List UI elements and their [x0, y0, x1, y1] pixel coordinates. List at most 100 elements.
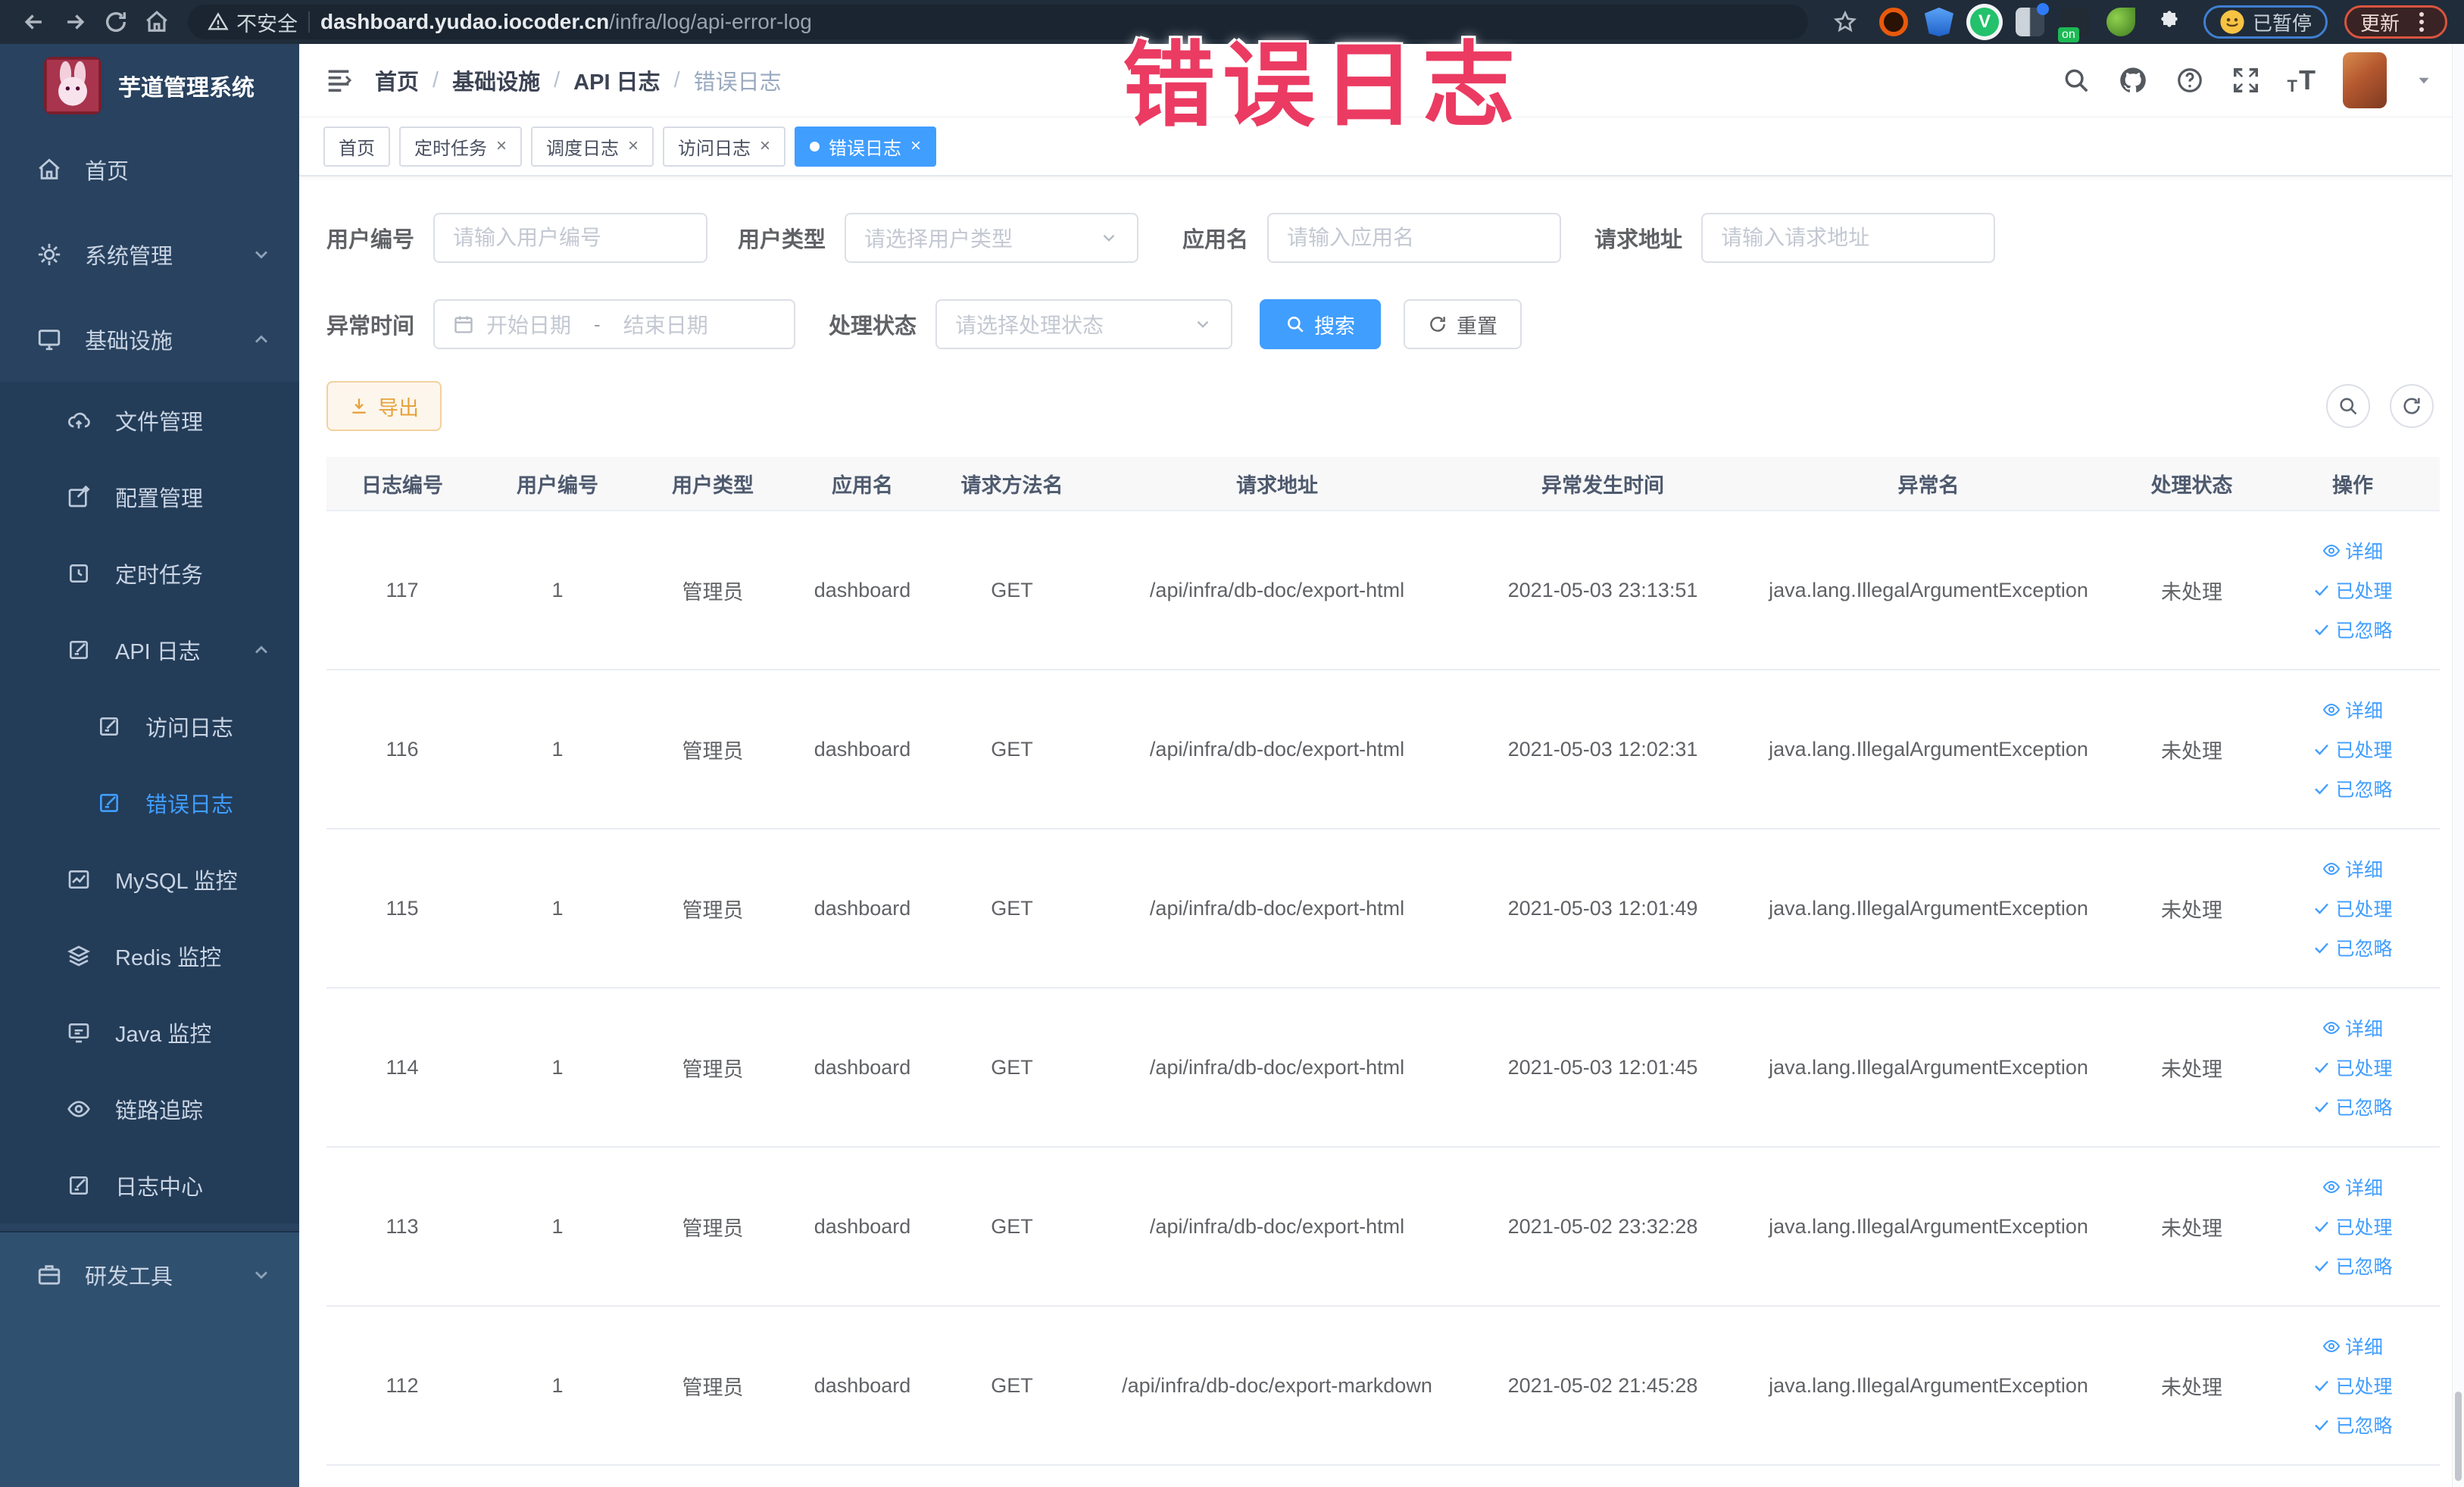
- sidebar-item-system[interactable]: 系统管理: [0, 212, 299, 297]
- process-status-select[interactable]: 请选择处理状态: [935, 299, 1233, 349]
- sidebar-item-log-center[interactable]: 日志中心: [0, 1147, 299, 1223]
- detail-link[interactable]: 详细: [2322, 1014, 2383, 1042]
- extension-leaf-icon[interactable]: [2106, 8, 2135, 36]
- mark-ignored-link[interactable]: 已忽略: [2313, 616, 2393, 643]
- mark-processed-label: 已处理: [2335, 1217, 2393, 1239]
- sidebar-item-redis-monitor[interactable]: Redis 监控: [0, 917, 299, 994]
- font-size-icon[interactable]: TT: [2288, 64, 2316, 96]
- sidebar-item-file-manage[interactable]: 文件管理: [0, 382, 299, 458]
- sidebar-item-trace[interactable]: 链路追踪: [0, 1070, 299, 1147]
- sidebar-item-java-monitor[interactable]: Java 监控: [0, 994, 299, 1070]
- sidebar-item-mysql-monitor[interactable]: MySQL 监控: [0, 841, 299, 917]
- extension-on-icon[interactable]: on: [2057, 8, 2090, 42]
- extension-orange-icon[interactable]: [1878, 8, 1908, 36]
- forward-icon[interactable]: [58, 5, 92, 39]
- mark-processed-link[interactable]: 已处理: [2313, 576, 2393, 604]
- mark-processed-link[interactable]: 已处理: [2313, 1213, 2393, 1240]
- page-scrollbar[interactable]: [2452, 44, 2464, 1487]
- refresh-table-button[interactable]: [2390, 384, 2434, 428]
- sidebar-item-devtools[interactable]: 研发工具: [0, 1232, 299, 1317]
- profile-paused-badge[interactable]: 已暂停: [2203, 5, 2328, 39]
- eye-icon: [2322, 703, 2341, 717]
- kebab-menu-icon[interactable]: [2412, 11, 2431, 33]
- detail-link[interactable]: 详细: [2322, 696, 2383, 723]
- search-button[interactable]: 搜索: [1260, 299, 1382, 349]
- reload-icon[interactable]: [98, 5, 133, 39]
- update-label: 更新: [2359, 11, 2400, 35]
- user-type-select[interactable]: 请选择用户类型: [845, 213, 1139, 263]
- search-icon[interactable]: [2062, 66, 2091, 95]
- address-bar[interactable]: 不安全 dashboard.yudao.iocoder.cn/infra/log…: [188, 5, 1808, 39]
- sidebar-item-infra[interactable]: 基础设施: [0, 297, 299, 382]
- url-path: /infra/log/api-error-log: [609, 10, 812, 33]
- sidebar-item-api-log[interactable]: API 日志: [0, 611, 299, 688]
- close-icon[interactable]: ×: [628, 136, 639, 157]
- app-name-input[interactable]: [1287, 226, 1542, 250]
- mark-processed-link[interactable]: 已处理: [2313, 1372, 2393, 1399]
- user-id-input[interactable]: [453, 226, 689, 250]
- log-doc-icon: [97, 714, 124, 739]
- sidebar-item-config-manage[interactable]: 配置管理: [0, 458, 299, 535]
- check-icon: [2315, 1420, 2329, 1431]
- detail-link[interactable]: 详细: [2322, 1332, 2383, 1360]
- detail-link[interactable]: 详细: [2322, 855, 2383, 883]
- app-logo-row[interactable]: 芋道管理系统: [0, 44, 299, 127]
- extension-green-icon[interactable]: V: [1969, 8, 1999, 36]
- bookmark-star-icon[interactable]: [1828, 5, 1863, 39]
- tag-home[interactable]: 首页: [323, 126, 390, 167]
- mark-processed-link[interactable]: 已处理: [2313, 736, 2393, 763]
- reset-button-label: 重置: [1457, 314, 1498, 338]
- tag-schedule-log[interactable]: 调度日志 ×: [531, 126, 654, 167]
- extension-grid-icon[interactable]: [2015, 3, 2049, 36]
- mark-processed-link[interactable]: 已处理: [2313, 895, 2393, 922]
- close-icon[interactable]: ×: [760, 136, 770, 157]
- export-button[interactable]: 导出: [326, 381, 442, 431]
- breadcrumb-api-log[interactable]: API 日志: [573, 64, 660, 96]
- mark-ignored-link[interactable]: 已忽略: [2313, 1252, 2393, 1279]
- mark-processed-link[interactable]: 已处理: [2313, 1054, 2393, 1081]
- user-avatar[interactable]: [2343, 52, 2387, 108]
- select-placeholder: 请选择用户类型: [864, 227, 1013, 251]
- cell-method: GET: [991, 1373, 1033, 1397]
- extension-shield-icon[interactable]: [1924, 8, 1953, 36]
- github-icon[interactable]: [2118, 65, 2148, 95]
- hamburger-icon[interactable]: [323, 65, 354, 95]
- table-toolbar: 导出: [326, 381, 2446, 431]
- update-button[interactable]: 更新: [2344, 5, 2447, 39]
- tag-access-log[interactable]: 访问日志 ×: [663, 126, 786, 167]
- scrollbar-thumb[interactable]: [2455, 1392, 2462, 1481]
- mark-ignored-link[interactable]: 已忽略: [2313, 775, 2393, 802]
- sidebar-item-access-log[interactable]: 访问日志: [0, 688, 299, 764]
- caret-down-icon[interactable]: [2414, 70, 2434, 90]
- breadcrumb-home[interactable]: 首页: [375, 64, 419, 96]
- reset-button[interactable]: 重置: [1404, 299, 1522, 349]
- sidebar-item-home[interactable]: 首页: [0, 127, 299, 212]
- request-url-label: 请求地址: [1594, 228, 1683, 252]
- extensions-puzzle-icon[interactable]: [2152, 5, 2187, 39]
- security-warning[interactable]: 不安全: [208, 8, 298, 37]
- sidebar-upper: 芋道管理系统 首页 系统管理 基础设施 文件管理 配置管理 定时任务 API 日…: [0, 44, 299, 1231]
- tag-label: 定时任务: [414, 138, 487, 159]
- detail-link[interactable]: 详细: [2322, 1173, 2383, 1201]
- toggle-search-button[interactable]: [2326, 384, 2370, 428]
- mark-ignored-link[interactable]: 已忽略: [2313, 934, 2393, 961]
- close-icon[interactable]: ×: [496, 136, 507, 157]
- breadcrumb: 首页 / 基础设施 / API 日志 / 错误日志: [375, 64, 782, 96]
- filter-row-1: 用户编号 用户类型 请选择用户类型 应用名 请求地址: [326, 213, 2446, 263]
- home-icon[interactable]: [139, 5, 174, 39]
- close-icon[interactable]: ×: [910, 136, 921, 157]
- sidebar-item-cron-job[interactable]: 定时任务: [0, 535, 299, 611]
- request-url-input[interactable]: [1721, 226, 1976, 250]
- breadcrumb-infra[interactable]: 基础设施: [452, 64, 540, 96]
- fullscreen-icon[interactable]: [2231, 66, 2260, 95]
- sidebar-item-error-log[interactable]: 错误日志: [0, 764, 299, 841]
- mark-ignored-link[interactable]: 已忽略: [2313, 1411, 2393, 1439]
- tag-error-log[interactable]: 错误日志 ×: [795, 126, 937, 167]
- date-range-picker[interactable]: 开始日期 - 结束日期: [433, 299, 796, 349]
- back-icon[interactable]: [17, 5, 52, 39]
- mark-ignored-link[interactable]: 已忽略: [2313, 1093, 2393, 1120]
- detail-link[interactable]: 详细: [2322, 537, 2383, 564]
- tag-cron-job[interactable]: 定时任务 ×: [399, 126, 523, 167]
- check-icon: [2315, 942, 2329, 954]
- help-icon[interactable]: [2175, 66, 2204, 95]
